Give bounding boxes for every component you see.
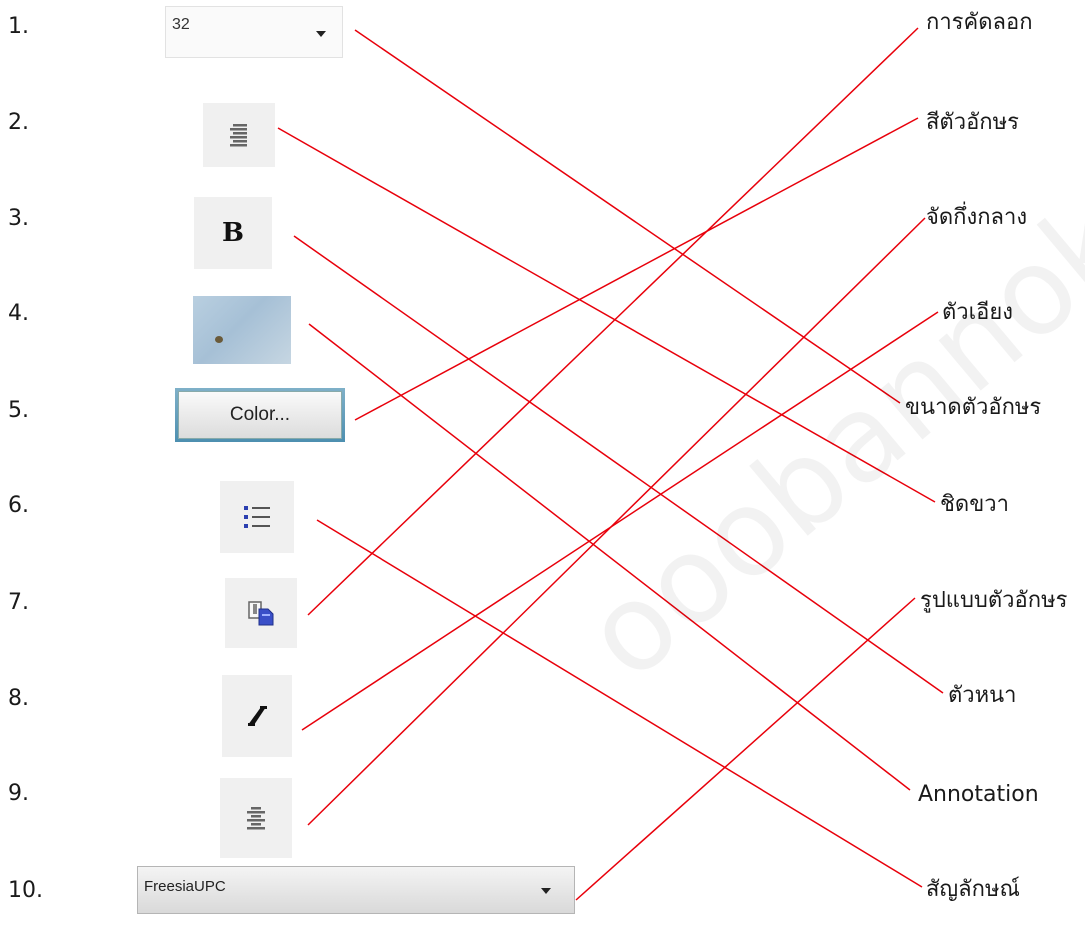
match-line-1 <box>354 29 901 404</box>
